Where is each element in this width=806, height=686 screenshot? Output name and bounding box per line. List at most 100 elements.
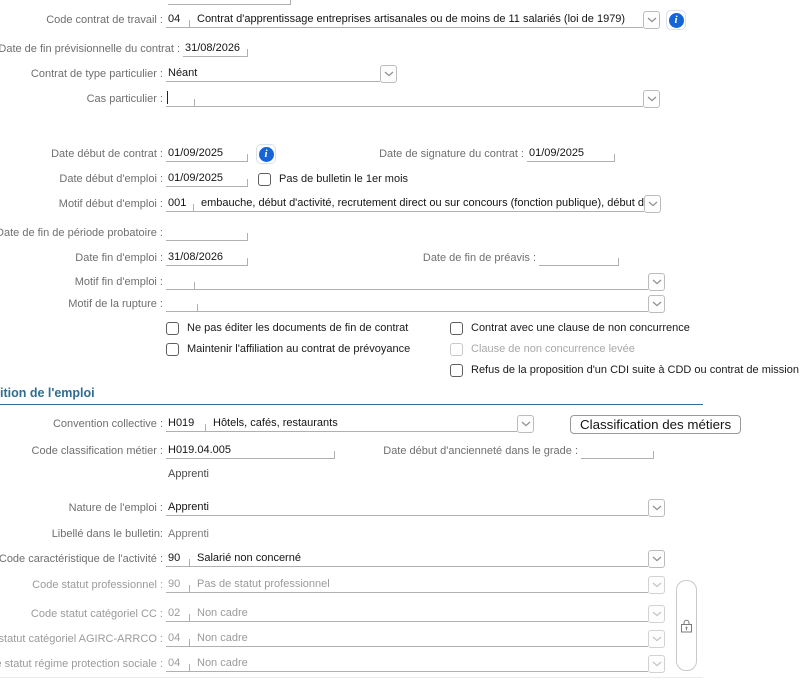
libelle-bulletin-label: Libellé dans le bulletin:	[51, 528, 163, 540]
code-statut-categoriel-cc-label: Code statut catégoriel CC :	[30, 608, 163, 620]
motif-fin-emploi-value	[166, 287, 168, 289]
code-classification-input[interactable]: H019.04.005	[166, 440, 335, 459]
checkbox-maintenir-affiliation[interactable]: Maintenir l'affiliation au contrat de pr…	[166, 341, 410, 357]
code-activite-code: 90	[168, 552, 181, 564]
checkbox[interactable]	[450, 363, 463, 377]
code-statut-categoriel-cc-code: 02	[168, 607, 181, 619]
date-anciennete-value	[581, 456, 583, 458]
date-signature-value: 01/09/2025	[529, 147, 585, 159]
cas-particulier-label: Cas particulier :	[86, 93, 163, 105]
code-statut-categoriel-cc-desc: Non cadre	[197, 607, 248, 619]
checkbox[interactable]	[166, 321, 179, 335]
code-statut-professionnel-dropdown-button	[648, 576, 665, 594]
cas-particulier-input[interactable]	[166, 88, 643, 107]
code-statut-categoriel-cc-dropdown-button	[648, 605, 665, 623]
chevron-down-icon	[652, 301, 661, 307]
field-separator	[197, 304, 198, 311]
row-date-debut-emploi: Date début d'emploi : 01/09/2025 Pas de …	[0, 169, 806, 187]
code-statut-professionnel-code: 90	[168, 578, 181, 590]
date-fin-preavis-input[interactable]	[539, 247, 619, 266]
date-fin-preavis-group: Date de fin de préavis :	[420, 248, 619, 266]
row-date-fin-probatoire: Date de fin de période probatoire :	[0, 223, 806, 241]
checkbox[interactable]	[166, 342, 179, 356]
checkbox-clause-levee: Clause de non concurrence levée	[450, 341, 635, 357]
checkbox-label: Ne pas éditer les documents de fin de co…	[187, 322, 409, 334]
row-code-classification: Code classification métier : H019.04.005…	[0, 441, 806, 459]
motif-fin-emploi-input[interactable]	[166, 271, 648, 290]
chevron-down-icon	[652, 636, 661, 642]
convention-desc: Hôtels, cafés, restaurants	[213, 417, 338, 429]
classification-metiers-button[interactable]: Classification des métiers	[570, 415, 742, 434]
chevron-down-icon	[652, 556, 661, 562]
date-fin-previsionnelle-value: 31/08/2026	[185, 42, 241, 54]
code-contrat-dropdown-button[interactable]	[643, 11, 660, 29]
chevron-down-icon	[521, 421, 530, 427]
date-signature-input[interactable]: 01/09/2025	[527, 143, 615, 162]
convention-code: H019	[168, 417, 195, 429]
checkbox-refus-cdi[interactable]: Refus de la proposition d'un CDI suite à…	[450, 362, 799, 378]
code-contrat-travail-label: Code contrat de travail :	[46, 14, 163, 26]
nature-emploi-value: Apprenti	[168, 501, 209, 513]
motif-debut-dropdown-button[interactable]	[644, 195, 661, 213]
checkbox-label: Pas de bulletin le 1er mois	[279, 173, 409, 185]
date-debut-emploi-input[interactable]: 01/09/2025	[166, 168, 248, 187]
nature-emploi-input[interactable]: Apprenti	[166, 497, 648, 516]
date-anciennete-input[interactable]	[581, 440, 654, 459]
checkbox-ne-pas-editer[interactable]: Ne pas éditer les documents de fin de co…	[166, 320, 408, 336]
row-motif-rupture: Motif de la rupture :	[0, 293, 806, 313]
row-checkboxes-2: Maintenir l'affiliation au contrat de pr…	[0, 341, 806, 359]
libelle-bulletin-value: Apprenti	[168, 528, 209, 540]
lock-button[interactable]	[676, 580, 697, 671]
motif-fin-emploi-label: Motif fin d'emploi :	[74, 276, 163, 288]
contrat-type-particulier-dropdown-button[interactable]	[380, 65, 397, 83]
convention-dropdown-button[interactable]	[517, 415, 534, 433]
code-statut-professionnel-desc: Pas de statut professionnel	[197, 578, 330, 590]
row-cas-particulier: Cas particulier :	[0, 88, 806, 108]
date-fin-previsionnelle-input[interactable]: 31/08/2026	[183, 38, 248, 57]
contrat-type-particulier-label: Contrat de type particulier :	[30, 68, 163, 80]
motif-debut-desc: embauche, début d'activité, recrutement …	[201, 197, 644, 209]
date-fin-probatoire-value	[166, 238, 168, 240]
code-contrat-info-button[interactable]: i	[666, 10, 686, 30]
convention-collective-input[interactable]: H019 Hôtels, cafés, restaurants	[166, 413, 517, 432]
row-checkboxes-1: Ne pas éditer les documents de fin de co…	[0, 320, 806, 338]
nature-emploi-dropdown-button[interactable]	[648, 499, 665, 517]
checkbox-clause-non-concurrence[interactable]: Contrat avec une clause de non concurren…	[450, 320, 690, 336]
checkbox-label: Contrat avec une clause de non concurren…	[471, 322, 690, 334]
code-contrat-travail-input[interactable]: 04 Contrat d'apprentissage entreprises a…	[166, 9, 643, 28]
cas-particulier-dropdown-button[interactable]	[643, 90, 660, 108]
date-debut-contrat-input[interactable]: 01/09/2025	[166, 143, 248, 162]
checkbox	[450, 342, 463, 356]
code-activite-input[interactable]: 90 Salarié non concerné	[166, 548, 648, 567]
field-separator	[194, 282, 195, 289]
row-convention-collective: Convention collective : H019 Hôtels, caf…	[0, 413, 806, 434]
motif-debut-code: 001	[168, 197, 187, 209]
checkbox[interactable]	[450, 321, 463, 335]
code-activite-label: Code caractéristique de l'activité :	[0, 553, 163, 565]
code-statut-professionnel-input: 90 Pas de statut professionnel	[166, 574, 648, 593]
row-motif-fin-emploi: Motif fin d'emploi :	[0, 271, 806, 291]
motif-rupture-dropdown-button[interactable]	[648, 295, 665, 313]
row-date-fin-previsionnelle: Date de fin prévisionnelle du contrat : …	[0, 39, 806, 57]
motif-debut-emploi-label: Motif début d'emploi :	[58, 198, 163, 210]
checkbox[interactable]	[258, 172, 271, 186]
date-fin-probatoire-input[interactable]	[166, 222, 248, 241]
info-icon: i	[668, 12, 684, 28]
date-fin-emploi-input[interactable]: 31/08/2026	[166, 247, 248, 266]
row-date-fin-emploi: Date fin d'emploi : 31/08/2026 Date de f…	[0, 248, 806, 266]
motif-fin-emploi-dropdown-button[interactable]	[648, 273, 665, 291]
date-fin-preavis-label: Date de fin de préavis :	[422, 252, 536, 264]
motif-debut-emploi-input[interactable]: 001 embauche, début d'activité, recrutem…	[166, 193, 644, 212]
field-separator	[205, 424, 206, 431]
statut-agirc-arrco-dropdown-button	[648, 630, 665, 648]
lock-icon	[681, 619, 692, 632]
chevron-down-icon	[647, 17, 656, 23]
checkbox-pas-de-bulletin[interactable]: Pas de bulletin le 1er mois	[258, 171, 408, 187]
nature-emploi-label: Nature de l'emploi :	[68, 502, 163, 514]
code-activite-dropdown-button[interactable]	[648, 550, 665, 568]
date-debut-contrat-info-button[interactable]: i	[256, 144, 276, 164]
contrat-type-particulier-input[interactable]: Néant	[166, 63, 380, 82]
statut-regime-protection-code: 04	[168, 657, 181, 669]
code-statut-professionnel-label: Code statut professionnel :	[32, 579, 163, 591]
motif-rupture-input[interactable]	[166, 293, 648, 312]
